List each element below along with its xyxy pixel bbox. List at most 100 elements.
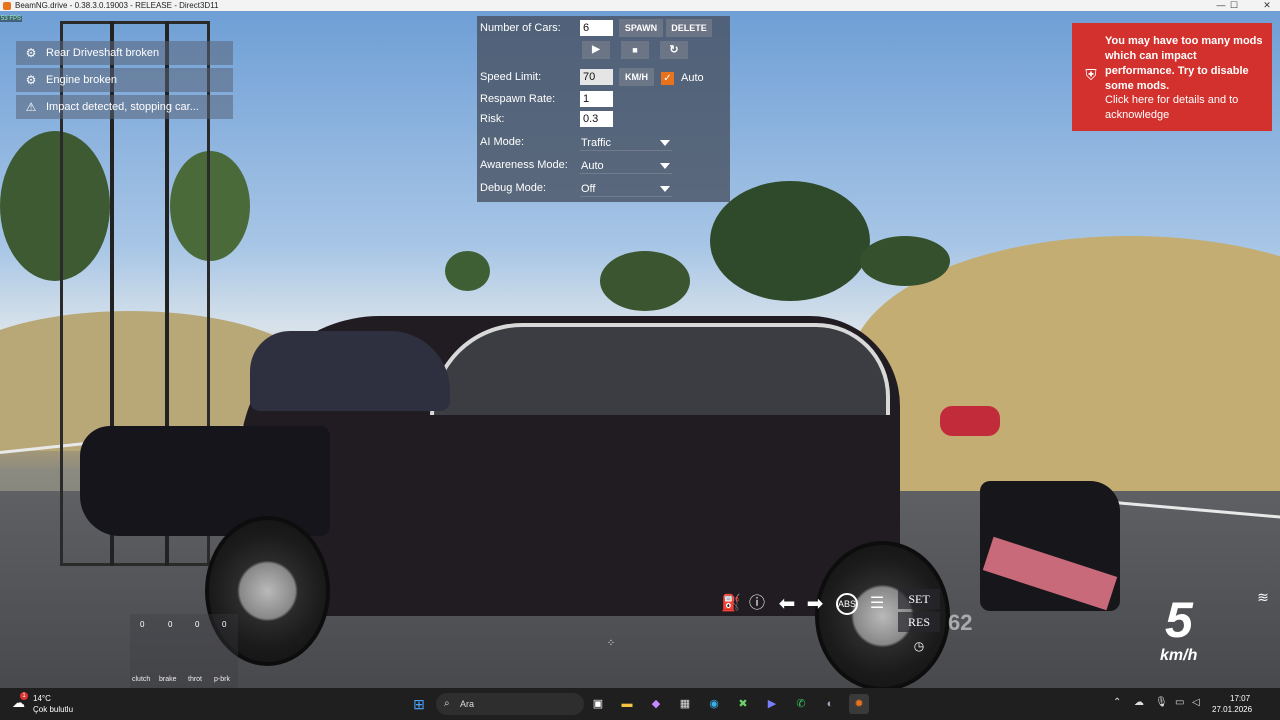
mods-warning-title: You may have too many mods which can imp…: [1105, 35, 1263, 92]
window-title-bar: BeamNG.drive - 0.38.3.0.19003 - RELEASE …: [0, 0, 1280, 11]
speed-readout: 5: [1165, 592, 1193, 648]
ai-mode-select[interactable]: Traffic: [580, 135, 672, 151]
parking-brake-label: p-brk: [214, 676, 230, 683]
car-crushed-front: [80, 426, 330, 536]
speedometer-icon: ◷: [913, 639, 925, 653]
xbox-icon[interactable]: ✖: [733, 694, 753, 714]
tree: [710, 181, 870, 301]
beamng-app-icon: [3, 1, 11, 10]
sliders-icon[interactable]: ≋: [1252, 586, 1274, 608]
car-taillight: [940, 406, 1000, 436]
maximize-button[interactable]: ☐: [1221, 0, 1247, 11]
cruise-res-button[interactable]: RES: [898, 612, 940, 632]
tray-chevron-up-icon[interactable]: ⌃: [1113, 697, 1121, 708]
media-player-icon[interactable]: ▶: [762, 694, 782, 714]
search-placeholder: Ara: [460, 699, 475, 709]
damage-message-text: Impact detected, stopping car...: [46, 101, 199, 113]
weather-description[interactable]: Çok bulutlu: [33, 705, 73, 714]
ai-mode-value: Traffic: [581, 137, 611, 149]
auto-checkbox[interactable]: ✓: [661, 72, 674, 85]
shield-warning-icon: ⛨: [1085, 67, 1097, 84]
fuel-icon: ⛽: [721, 595, 741, 612]
clutch-value: 0: [140, 620, 145, 629]
mods-warning-subtitle: Click here for details and to acknowledg…: [1105, 94, 1239, 121]
steam-icon[interactable]: ◐: [820, 694, 840, 714]
refresh-button[interactable]: ↻: [660, 41, 688, 59]
weather-badge: 1: [20, 692, 28, 700]
left-arrow-icon: ⬅: [778, 593, 796, 615]
auto-label: Auto: [681, 72, 704, 84]
copilot-icon[interactable]: ◆: [646, 694, 666, 714]
volume-icon[interactable]: ◁: [1192, 697, 1200, 708]
palm-tree: [445, 251, 490, 291]
cruise-set-button[interactable]: SET: [898, 589, 940, 609]
weather-temperature[interactable]: 14°C: [33, 694, 51, 703]
beamng-taskbar-icon[interactable]: ✹: [849, 694, 869, 714]
chevron-down-icon: [660, 186, 670, 192]
stop-icon: ■: [632, 45, 638, 55]
clock-time[interactable]: 17:07: [1230, 694, 1250, 703]
file-explorer-icon[interactable]: ▬: [617, 694, 637, 714]
close-button[interactable]: ✕: [1254, 0, 1280, 11]
tree: [860, 236, 950, 286]
store-icon[interactable]: ▦: [675, 694, 695, 714]
headlight-icon: ☰: [869, 595, 885, 612]
search-icon: ⌕: [444, 698, 450, 709]
task-view-icon[interactable]: ▣: [588, 694, 608, 714]
right-arrow-icon: ➡: [806, 593, 824, 615]
stop-button[interactable]: ■: [621, 41, 649, 59]
whatsapp-icon[interactable]: ✆: [791, 694, 811, 714]
damage-message-text: Rear Driveshaft broken: [46, 47, 160, 59]
awareness-mode-value: Auto: [581, 160, 604, 172]
play-button[interactable]: ▶: [582, 41, 610, 59]
refresh-icon: ↻: [669, 44, 679, 56]
chevron-down-icon: [660, 163, 670, 169]
damage-message: ⚠ Impact detected, stopping car...: [16, 95, 233, 119]
window-title: BeamNG.drive - 0.38.3.0.19003 - RELEASE …: [15, 1, 219, 10]
debug-mode-label: Debug Mode:: [480, 182, 547, 194]
traffic-panel: Number of Cars: SPAWN DELETE ▶ ■ ↻ Speed…: [477, 16, 730, 202]
debug-mode-select[interactable]: Off: [580, 181, 672, 197]
taskbar: ☁ 1 14°C Çok bulutlu ⊞ ⌕ Ara ▣ ▬ ◆ ▦ ◉ ✖…: [0, 688, 1280, 720]
mods-warning-banner[interactable]: ⛨ You may have too many mods which can i…: [1072, 23, 1272, 131]
brake-warning-icon: ⓘ: [748, 595, 765, 612]
delete-button[interactable]: DELETE: [666, 19, 712, 37]
warning-triangle-icon: ⚠: [25, 100, 37, 114]
chevron-down-icon: [660, 140, 670, 146]
damage-message: ⚙ Engine broken: [16, 68, 233, 92]
respawn-rate-label: Respawn Rate:: [480, 93, 556, 105]
throttle-label: throt: [188, 676, 203, 683]
pedal-inputs-widget: 0 0 0 0 clutch brake throt p-brk: [130, 614, 238, 688]
num-cars-input[interactable]: [580, 20, 613, 36]
brake-label: brake: [159, 676, 177, 683]
taskbar-search[interactable]: ⌕ Ara: [436, 693, 584, 715]
tray-cloud-icon[interactable]: ☁: [1134, 697, 1144, 708]
clock-date[interactable]: 27.01.2026: [1212, 705, 1252, 714]
respawn-rate-input[interactable]: [580, 91, 613, 107]
risk-input[interactable]: [580, 111, 613, 127]
parking-brake-value: 0: [222, 620, 227, 629]
speed-limit-label: Speed Limit:: [480, 71, 542, 83]
awareness-mode-label: Awareness Mode:: [480, 159, 568, 171]
fps-counter: 53 FPS: [0, 16, 23, 22]
speed-unit-button[interactable]: KM/H: [619, 68, 654, 86]
brake-value: 0: [168, 620, 173, 629]
abs-icon: ABS: [836, 593, 858, 615]
microphone-icon[interactable]: 🎙: [1155, 697, 1168, 708]
damage-message-text: Engine broken: [46, 74, 117, 86]
damage-message: ⚙ Rear Driveshaft broken: [16, 41, 233, 65]
awareness-mode-select[interactable]: Auto: [580, 158, 672, 174]
play-icon: ▶: [592, 44, 600, 55]
edge-icon[interactable]: ◉: [704, 694, 724, 714]
windows-start-icon[interactable]: ⊞: [409, 694, 429, 714]
gear-icon: ⚙: [25, 46, 37, 60]
speed-limit-input[interactable]: [580, 69, 613, 85]
throttle-value: 0: [195, 620, 200, 629]
cursor-icon: ⁘: [606, 638, 616, 649]
risk-label: Risk:: [480, 113, 505, 125]
network-icon[interactable]: ▭: [1175, 697, 1184, 708]
spawn-button[interactable]: SPAWN: [619, 19, 663, 37]
cruise-speed-readout: 62: [948, 610, 973, 635]
num-cars-label: Number of Cars:: [480, 22, 561, 34]
debug-mode-value: Off: [581, 183, 596, 195]
